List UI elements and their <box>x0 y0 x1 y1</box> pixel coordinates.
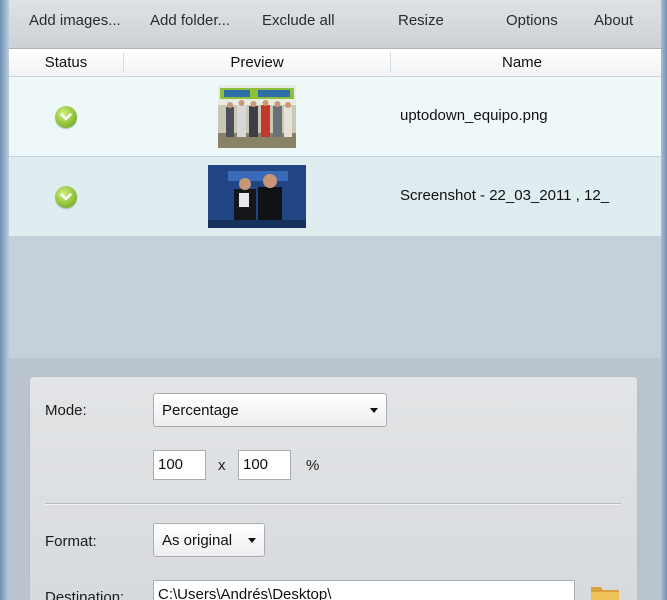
destination-label: Destination: <box>45 589 125 600</box>
preview-thumbnail <box>218 85 296 148</box>
options-button[interactable]: Options <box>506 11 558 31</box>
about-button[interactable]: About <box>594 11 633 31</box>
settings-area: Mode: Percentage 100 x 100 % Format: As … <box>9 358 661 600</box>
width-input[interactable]: 100 <box>153 450 206 480</box>
preview-thumbnail <box>208 165 306 228</box>
check-icon <box>55 186 77 208</box>
settings-panel: Mode: Percentage 100 x 100 % Format: As … <box>29 376 638 600</box>
add-images-button[interactable]: Add images... <box>29 11 121 31</box>
format-select-value: As original <box>162 532 233 549</box>
grid-header: Status Preview Name <box>9 49 661 77</box>
table-row[interactable]: Screenshot - 22_03_2011 , 12_ <box>9 157 661 236</box>
folder-icon[interactable] <box>590 583 620 600</box>
window-frame-right <box>661 0 667 600</box>
times-label: x <box>218 457 226 474</box>
divider <box>45 503 621 504</box>
file-name: uptodown_equipo.png <box>400 107 548 124</box>
chevron-down-icon <box>370 408 378 413</box>
table-row[interactable]: uptodown_equipo.png <box>9 77 661 156</box>
file-name: Screenshot - 22_03_2011 , 12_ <box>400 187 610 204</box>
mode-select-value: Percentage <box>162 402 239 419</box>
column-header-status[interactable]: Status <box>9 49 123 76</box>
percent-label: % <box>306 457 320 474</box>
mode-select[interactable]: Percentage <box>153 393 387 427</box>
window-frame-left <box>0 0 9 600</box>
app-window: Add images... Add folder... Exclude all … <box>9 0 661 600</box>
format-select[interactable]: As original <box>153 523 265 557</box>
add-folder-button[interactable]: Add folder... <box>150 11 230 31</box>
destination-input[interactable]: C:\Users\Andrés\Desktop\ <box>153 580 575 600</box>
image-list: uptodown_equipo.png Screenshot - 22_03_2… <box>9 77 661 358</box>
toolbar: Add images... Add folder... Exclude all … <box>9 0 661 49</box>
check-icon <box>55 106 77 128</box>
exclude-all-button[interactable]: Exclude all <box>262 11 335 31</box>
column-header-name[interactable]: Name <box>391 49 653 76</box>
mode-label: Mode: <box>45 402 87 419</box>
column-header-preview[interactable]: Preview <box>124 49 390 76</box>
resize-button[interactable]: Resize <box>398 11 444 31</box>
height-input[interactable]: 100 <box>238 450 291 480</box>
chevron-down-icon <box>248 538 256 543</box>
format-label: Format: <box>45 533 97 550</box>
